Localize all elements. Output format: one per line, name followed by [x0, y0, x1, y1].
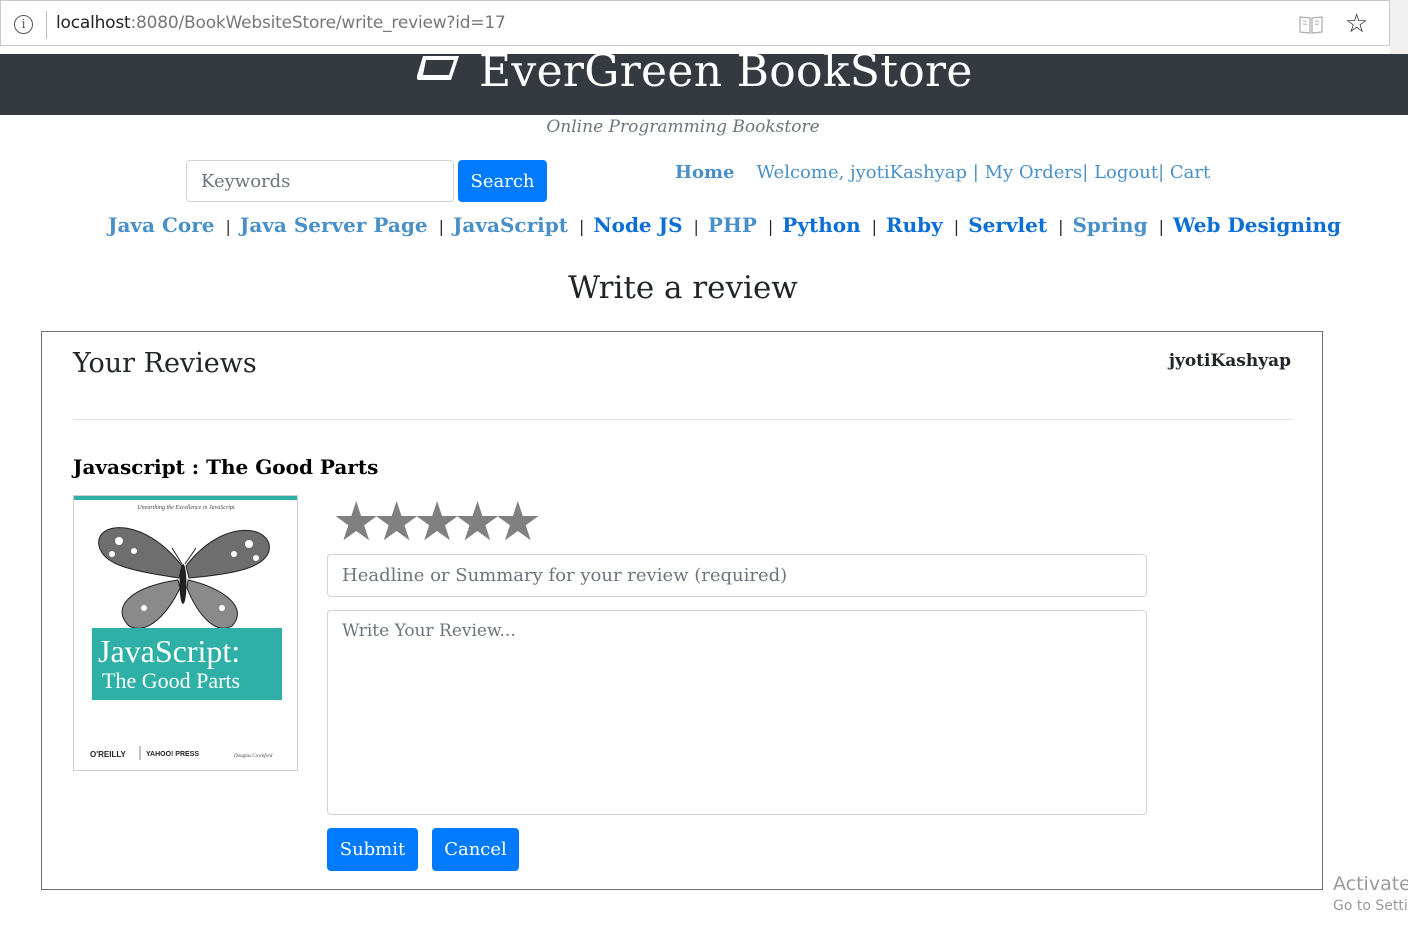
favorite-star-icon[interactable]: ☆	[1345, 9, 1368, 39]
window-edge	[1390, 0, 1408, 56]
logout-link[interactable]: Logout	[1094, 162, 1158, 183]
url-path: :8080/BookWebsiteStore/write_review?id=1…	[130, 13, 506, 33]
address-bar[interactable]: i localhost:8080/BookWebsiteStore/write_…	[0, 0, 1390, 46]
url-host: localhost	[56, 13, 131, 33]
cover-publisher: O'REILLY	[90, 750, 127, 759]
category-spring[interactable]: Spring	[1072, 213, 1147, 237]
review-form: Your Reviews jyotiKashyap Javascript : T…	[41, 331, 1323, 890]
category-servlet[interactable]: Servlet	[968, 213, 1047, 237]
category-java-server-page[interactable]: Java Server Page	[240, 213, 428, 237]
category-separator: |	[693, 217, 699, 236]
cart-link[interactable]: Cart	[1170, 162, 1210, 183]
category-separator: |	[767, 217, 774, 236]
cover-title-line1: JavaScript:	[98, 633, 240, 669]
category-nav: Java Core | Java Server Page | JavaScript | No…	[108, 213, 1341, 237]
book-cover-image: Unearthing the Excellence in JavaScript …	[73, 495, 298, 771]
divider	[73, 419, 1293, 420]
category-separator: |	[871, 217, 878, 236]
category-separator: |	[953, 217, 960, 236]
cover-top-line: Unearthing the Excellence in JavaScript	[137, 505, 235, 511]
book-icon	[417, 56, 459, 80]
nav-separator: |	[1082, 162, 1095, 183]
cover-title-line2: The Good Parts	[102, 668, 240, 693]
category-separator: |	[1058, 217, 1064, 236]
activate-watermark: Activate	[1333, 873, 1408, 895]
home-link[interactable]: Home	[675, 162, 735, 183]
category-ruby[interactable]: Ruby	[886, 213, 943, 237]
cover-press: YAHOO! PRESS	[146, 751, 199, 758]
review-textarea[interactable]	[327, 610, 1147, 815]
cancel-button[interactable]: Cancel	[432, 828, 519, 871]
address-divider	[46, 11, 47, 39]
submit-button[interactable]: Submit	[327, 828, 418, 871]
welcome-link[interactable]: Welcome, jyotiKashyap	[757, 162, 968, 183]
nav-separator: |	[1158, 162, 1170, 183]
info-icon[interactable]: i	[14, 15, 33, 34]
activate-watermark-sub: Go to Settin	[1333, 898, 1408, 914]
user-nav: Home Welcome, jyotiKashyap | My Orders| L…	[675, 162, 1210, 183]
category-node-js[interactable]: Node JS	[593, 213, 682, 237]
category-separator: |	[578, 217, 585, 236]
search-input[interactable]	[186, 160, 454, 202]
category-separator: |	[225, 217, 231, 236]
my-orders-link[interactable]: My Orders	[985, 162, 1083, 183]
url-text[interactable]: localhost:8080/BookWebsiteStore/write_re…	[56, 13, 506, 33]
category-separator: |	[438, 217, 444, 236]
section-title: Your Reviews	[73, 348, 257, 379]
category-java-core[interactable]: Java Core	[108, 213, 214, 237]
book-cover-art: Unearthing the Excellence in JavaScript …	[74, 496, 297, 770]
category-php[interactable]: PHP	[708, 213, 757, 237]
nav-separator: |	[967, 162, 985, 183]
category-python[interactable]: Python	[782, 213, 860, 237]
book-title: Javascript : The Good Parts	[73, 455, 379, 479]
site-tagline: Online Programming Bookstore	[546, 117, 820, 137]
review-username: jyotiKashyap	[1168, 351, 1291, 371]
category-separator: |	[1158, 217, 1164, 236]
category-web-designing[interactable]: Web Designing	[1173, 213, 1341, 237]
category-javascript[interactable]: JavaScript	[453, 213, 568, 237]
site-title[interactable]: EverGreen BookStore	[479, 46, 973, 97]
headline-input[interactable]	[327, 554, 1147, 597]
search-button[interactable]: Search	[458, 160, 547, 202]
cover-author: Douglas Crockford	[233, 754, 273, 759]
rating-stars[interactable]: ★★★★★	[332, 490, 542, 553]
page-title: Write a review	[568, 270, 798, 306]
reading-view-icon[interactable]	[1299, 15, 1323, 34]
